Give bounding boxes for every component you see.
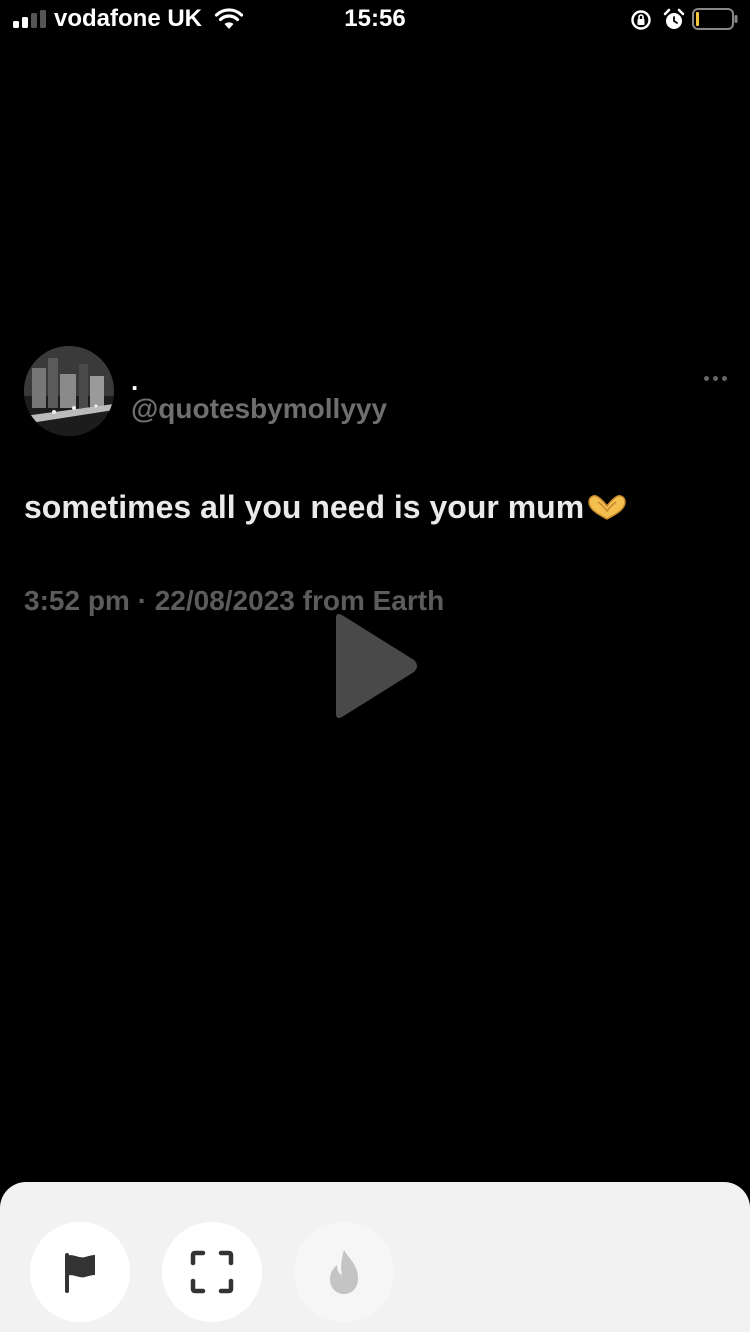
bottom-action-sheet [0, 1182, 750, 1332]
status-bar: vodafone UK 15:56 [0, 0, 750, 40]
fullscreen-button[interactable] [162, 1222, 262, 1322]
alarm-clock-icon [663, 8, 685, 29]
fire-button[interactable] [294, 1222, 394, 1322]
rotation-lock-icon [631, 10, 651, 30]
post-text: sometimes all you need is your mum [24, 489, 585, 525]
flag-button[interactable] [30, 1222, 130, 1322]
fire-icon [330, 1250, 358, 1294]
more-dots-icon[interactable] [704, 368, 736, 381]
battery-low-icon [692, 8, 738, 30]
username-handle[interactable]: @quotesbymollyyy [131, 393, 387, 425]
post-body: sometimes all you need is your mum [24, 489, 628, 526]
avatar-cityscape-image [24, 346, 114, 436]
fullscreen-icon [190, 1250, 234, 1294]
flag-icon [65, 1253, 95, 1293]
heart-hands-icon [588, 495, 626, 520]
play-icon[interactable] [330, 610, 420, 722]
avatar[interactable] [24, 346, 114, 436]
